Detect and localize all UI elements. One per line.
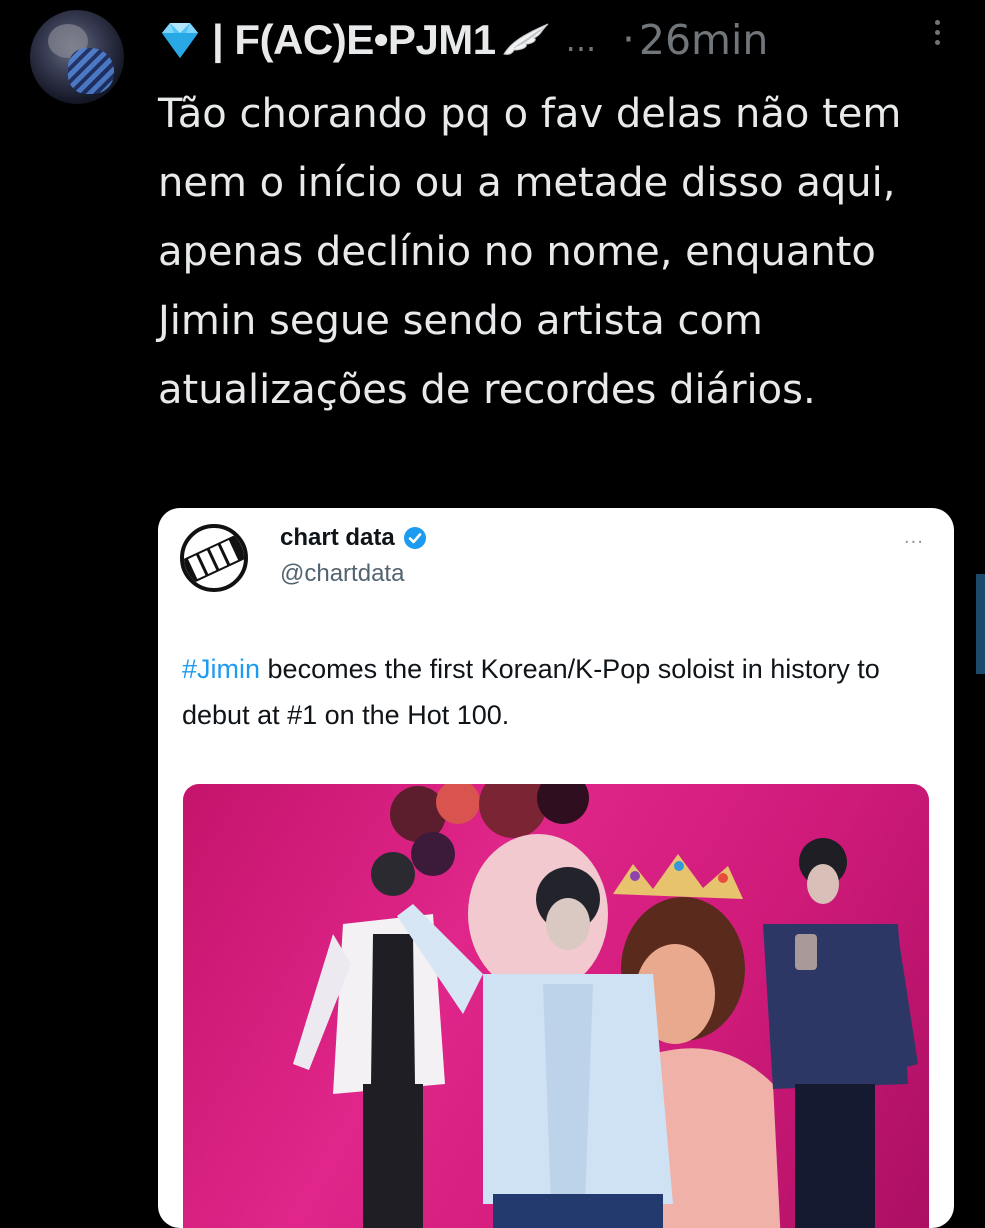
name-overflow: ... (565, 21, 597, 59)
quoted-display-name[interactable]: chart data (280, 524, 395, 552)
diamond-icon (162, 23, 198, 58)
quoted-more-icon[interactable]: ··· (904, 532, 924, 553)
piano-logo-icon (184, 532, 244, 586)
separator: · (622, 17, 635, 63)
display-name[interactable]: | F(AC)E•PJM1 (212, 16, 496, 64)
wing-icon (502, 23, 549, 55)
quoted-media-image[interactable] (183, 784, 929, 1228)
timestamp[interactable]: 26min (639, 16, 769, 64)
media-illustration (293, 784, 918, 1228)
hashtag-link[interactable]: #Jimin (182, 654, 260, 684)
quoted-tweet-card[interactable]: chart data @chartdata ··· #Jimin becomes… (158, 508, 954, 1228)
quoted-text: #Jimin becomes the first Korean/K-Pop so… (182, 646, 922, 738)
quoted-handle[interactable]: @chartdata (280, 560, 404, 588)
more-vertical-icon[interactable] (933, 20, 941, 52)
quoted-body: becomes the first Korean/K-Pop soloist i… (182, 654, 880, 730)
avatar-hand (68, 48, 114, 94)
tweet-text: Tão chorando pq o fav delas não tem nem … (158, 91, 902, 413)
chartdata-avatar[interactable] (180, 524, 248, 592)
scroll-indicator[interactable] (976, 574, 985, 674)
quoted-name-row: chart data (280, 524, 427, 552)
tweet-header: | F(AC)E•PJM1 ... · 26min (158, 12, 945, 68)
user-avatar[interactable] (30, 10, 124, 104)
verified-badge-icon (403, 527, 426, 549)
